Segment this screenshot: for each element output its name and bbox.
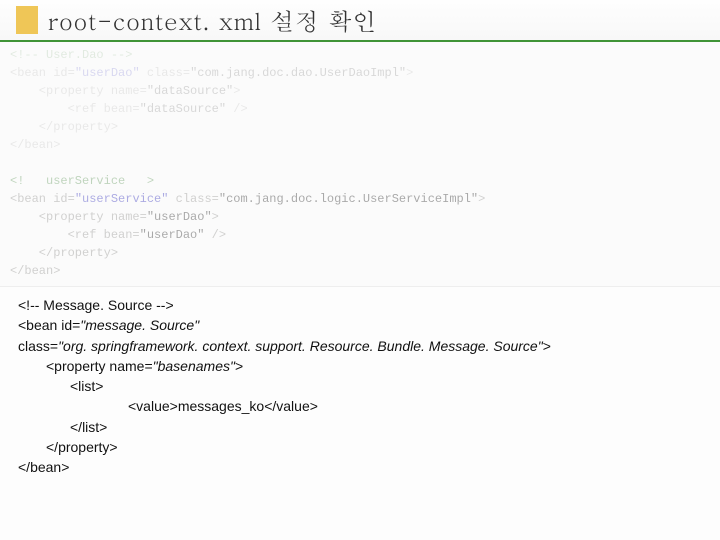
code-line: <bean id="userDao" class="com.jang.doc.d… bbox=[10, 64, 710, 82]
code-line: <ref bean="userDao" /> bbox=[10, 226, 710, 244]
snippet-line: <property name="basenames"> bbox=[18, 356, 702, 376]
code-block-xml: <!-- User.Dao --><bean id="userDao" clas… bbox=[0, 42, 720, 287]
code-line: <property name="dataSource"> bbox=[10, 82, 710, 100]
snippet-line: </property> bbox=[18, 437, 702, 457]
code-line: </property> bbox=[10, 118, 710, 136]
code-line: </bean> bbox=[10, 136, 710, 154]
code-line: <!-- User.Dao --> bbox=[10, 46, 710, 64]
snippet-line: <value>messages_ko</value> bbox=[18, 396, 702, 416]
page-title: root-context. xml 설정 확인 bbox=[48, 3, 377, 37]
code-line: </bean> bbox=[10, 262, 710, 280]
bottom-xml-snippet: <!-- Message. Source --> <bean id="messa… bbox=[18, 295, 702, 478]
snippet-line: <bean id="message. Source" bbox=[18, 315, 702, 335]
code-line: <property name="userDao"> bbox=[10, 208, 710, 226]
code-line: <bean id="userService" class="com.jang.d… bbox=[10, 190, 710, 208]
snippet-line: <list> bbox=[18, 376, 702, 396]
code-line: <ref bean="dataSource" /> bbox=[10, 100, 710, 118]
snippet-line: <!-- Message. Source --> bbox=[18, 295, 702, 315]
snippet-line: </list> bbox=[18, 417, 702, 437]
snippet-line: class="org. springframework. context. su… bbox=[18, 336, 702, 356]
title-bar: root-context. xml 설정 확인 bbox=[0, 0, 720, 42]
code-line: <! userService > bbox=[10, 172, 710, 190]
snippet-line: </bean> bbox=[18, 457, 702, 477]
code-line bbox=[10, 154, 710, 172]
code-line: </property> bbox=[10, 244, 710, 262]
accent-block bbox=[16, 6, 38, 34]
